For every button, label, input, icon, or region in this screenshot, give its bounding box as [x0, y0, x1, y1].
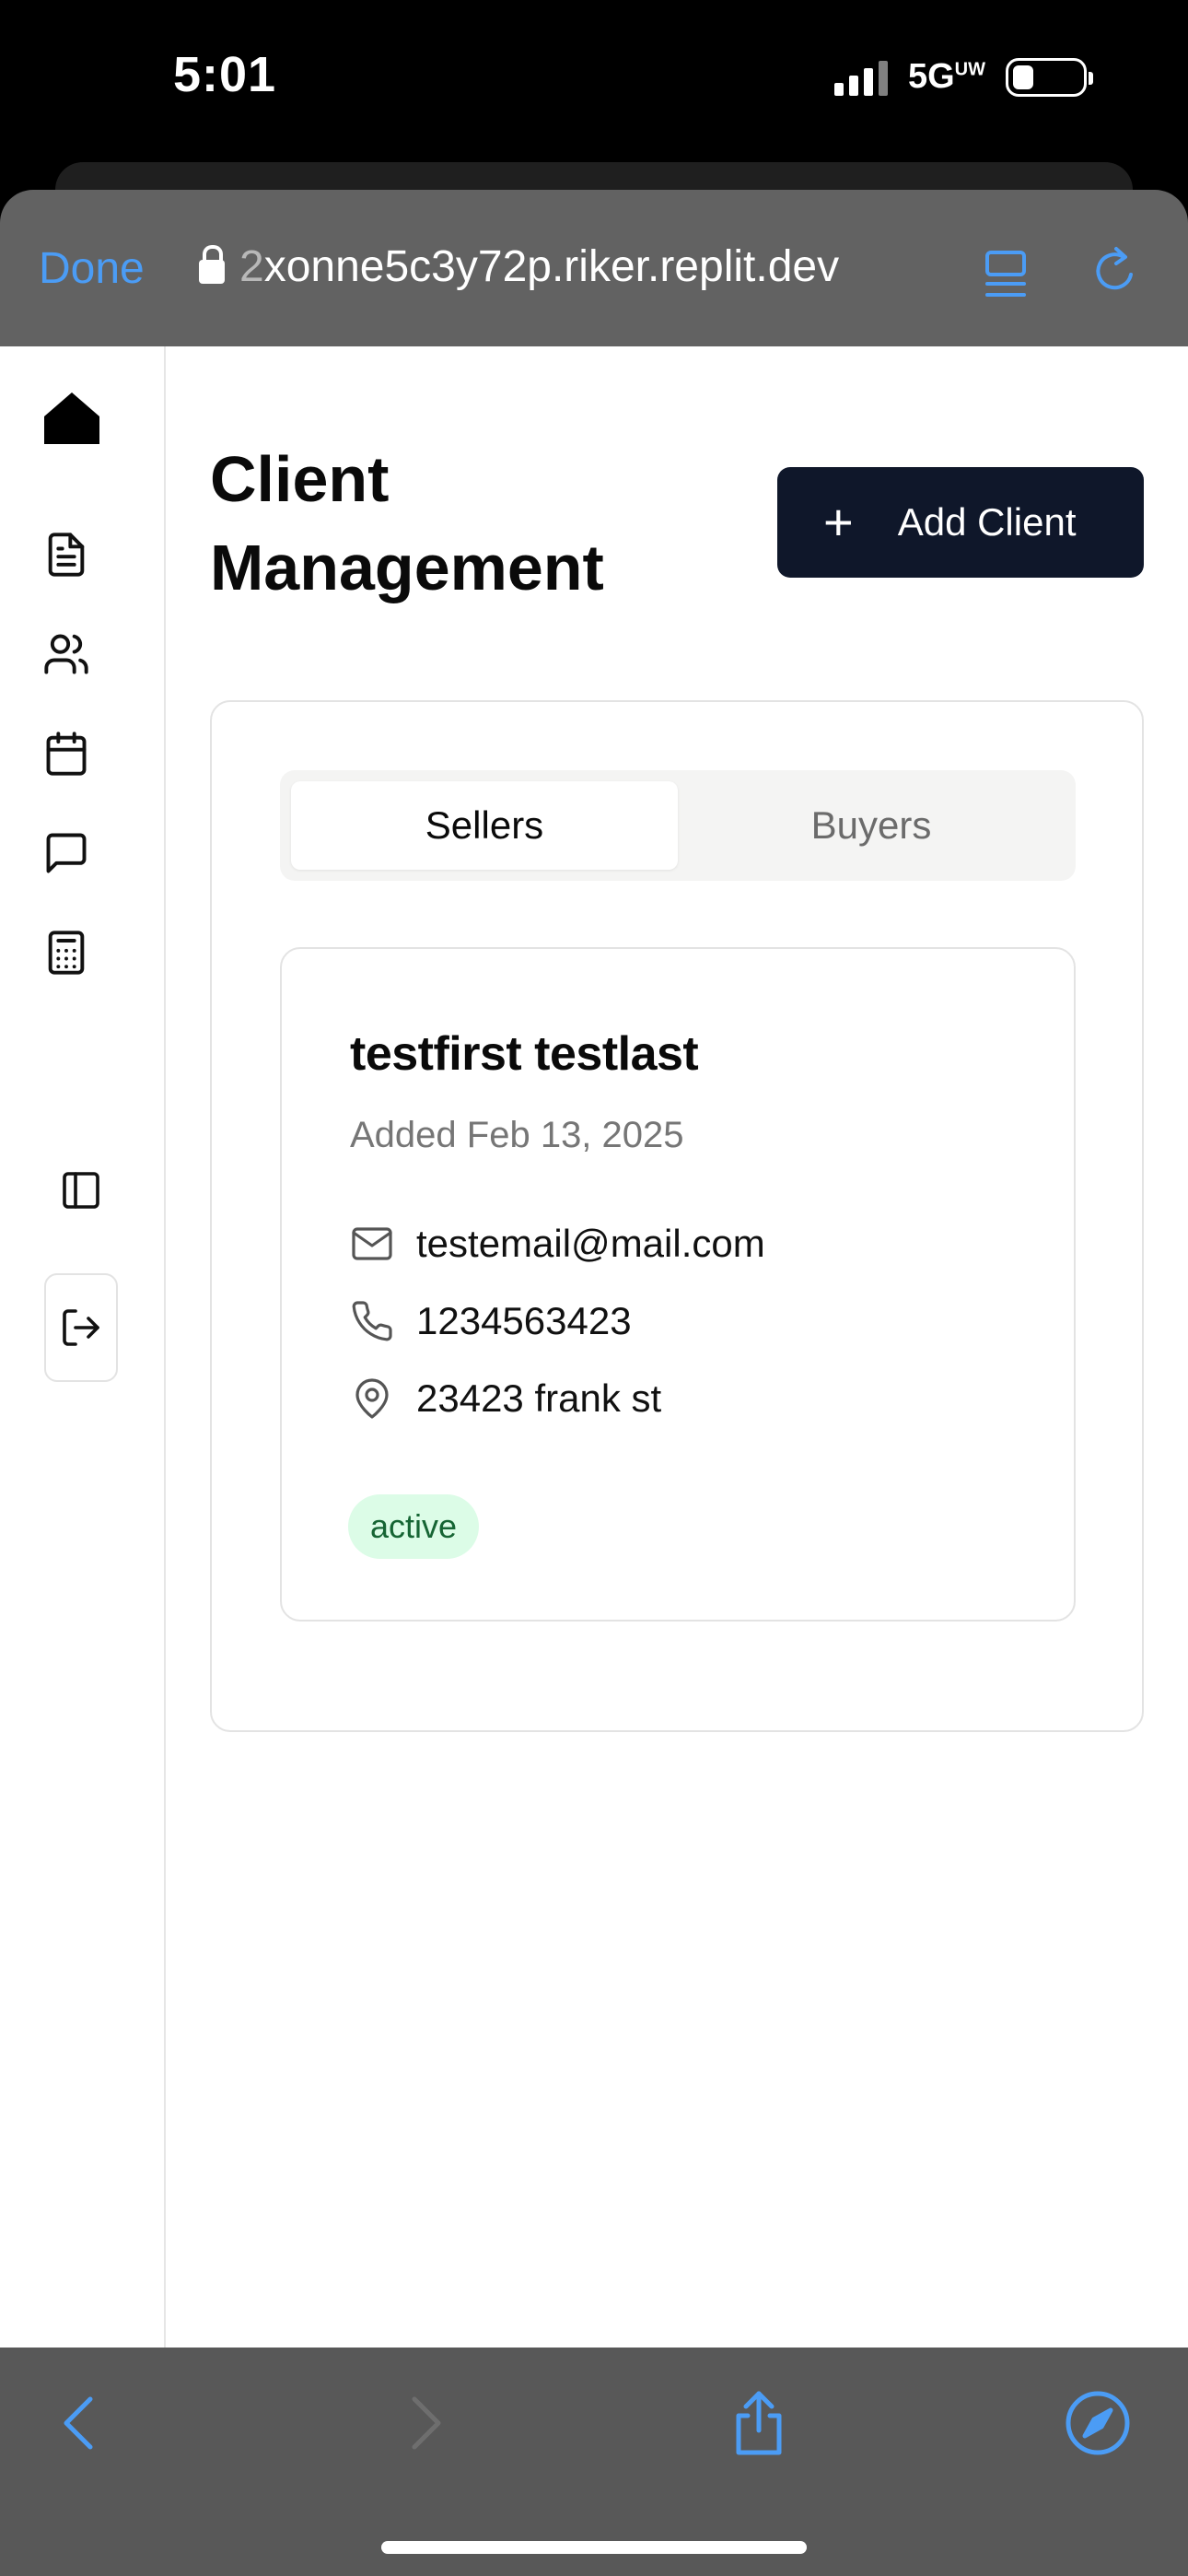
panel-toggle-icon[interactable]	[59, 1168, 103, 1212]
client-added-date: Added Feb 13, 2025	[350, 1115, 684, 1155]
home-indicator[interactable]	[381, 2541, 807, 2554]
reload-icon[interactable]	[1090, 243, 1142, 299]
url-bar[interactable]: 2xonne5c3y72p.riker.replit.dev	[199, 241, 839, 292]
map-pin-icon	[355, 1378, 389, 1419]
client-email: testemail@mail.com	[416, 1222, 765, 1265]
network-indicator: 5GUW	[908, 57, 985, 97]
app-content: Client Management + Add Client Sellers B…	[0, 346, 1188, 2348]
users-icon[interactable]	[42, 630, 90, 678]
url-first-char: 2	[239, 242, 264, 291]
client-address-row: 23423 frank st	[350, 1376, 661, 1421]
forward-icon	[387, 2386, 460, 2460]
phone-icon	[352, 1301, 392, 1341]
status-indicators: 5GUW	[833, 57, 1093, 97]
url-rest: xonne5c3y72p.riker.replit.dev	[263, 242, 840, 291]
main-content: Client Management + Add Client Sellers B…	[166, 346, 1188, 2348]
status-bar: 5:01 5GUW	[0, 0, 1188, 166]
status-time: 5:01	[173, 47, 277, 102]
client-name: testfirst testlast	[350, 1027, 699, 1081]
plus-icon: +	[823, 493, 854, 551]
network-suffix: UW	[954, 59, 985, 80]
client-email-row: testemail@mail.com	[350, 1222, 765, 1266]
client-card[interactable]: testfirst testlast Added Feb 13, 2025 te…	[280, 947, 1076, 1622]
document-icon[interactable]	[42, 531, 90, 579]
browser-toolbar: Done 2xonne5c3y72p.riker.replit.dev	[0, 190, 1188, 346]
calculator-icon[interactable]	[42, 929, 90, 977]
logout-icon	[63, 1309, 99, 1346]
battery-icon	[1006, 57, 1093, 97]
back-icon[interactable]	[44, 2386, 118, 2460]
page-title: Client Management	[210, 443, 604, 603]
clients-panel: Sellers Buyers testfirst testlast Added …	[210, 700, 1144, 1732]
network-label: 5G	[907, 57, 955, 96]
client-type-tabs: Sellers Buyers	[280, 770, 1076, 881]
lock-icon	[199, 244, 225, 284]
client-address: 23423 frank st	[416, 1376, 662, 1420]
tab-sellers[interactable]: Sellers	[291, 781, 678, 870]
calendar-icon[interactable]	[42, 730, 90, 778]
share-icon[interactable]	[722, 2386, 796, 2460]
reader-view-icon[interactable]	[984, 249, 1028, 300]
tab-buyers[interactable]: Buyers	[678, 781, 1065, 870]
client-phone: 1234563423	[416, 1299, 632, 1342]
client-phone-row: 1234563423	[350, 1299, 632, 1343]
message-icon[interactable]	[42, 829, 90, 877]
done-button[interactable]: Done	[39, 243, 145, 294]
browser-bottom-toolbar	[0, 2348, 1188, 2576]
mail-icon	[352, 1227, 392, 1260]
logout-button[interactable]	[44, 1273, 118, 1382]
add-client-label: Add Client	[897, 500, 1077, 544]
url-text: 2xonne5c3y72p.riker.replit.dev	[239, 241, 839, 292]
home-icon[interactable]	[42, 389, 101, 448]
signal-icon	[833, 59, 888, 96]
status-badge: active	[348, 1494, 480, 1559]
add-client-button[interactable]: + Add Client	[777, 467, 1144, 578]
compass-icon[interactable]	[1061, 2386, 1135, 2460]
sidebar	[0, 346, 166, 2348]
